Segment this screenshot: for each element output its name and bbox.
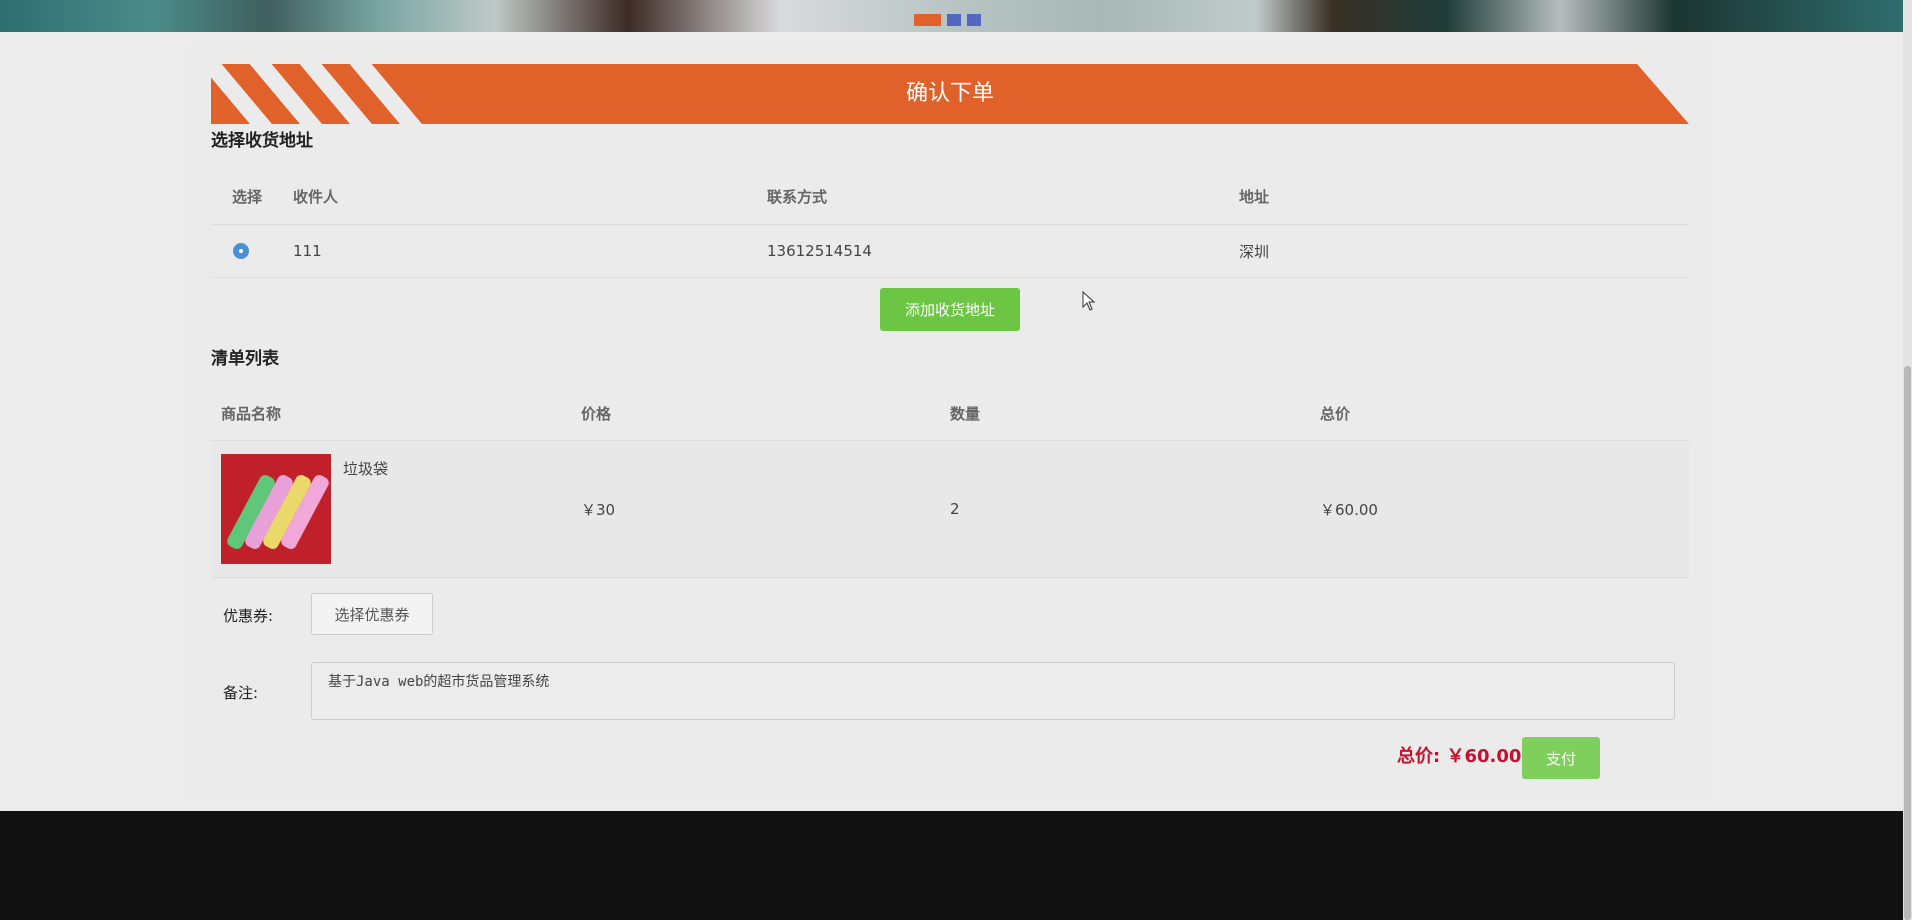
address-table: 选择 收件人 联系方式 地址 111 13612514514 深圳 [211, 168, 1689, 278]
col-select: 选择 [232, 187, 263, 206]
address-phone: 13612514514 [767, 242, 872, 260]
address-recipient: 111 [293, 242, 322, 260]
carousel-banner [0, 0, 1903, 32]
order-item-row: 垃圾袋 ￥30 2 ￥60.00 [211, 441, 1689, 578]
carousel-dot-3[interactable] [967, 14, 981, 26]
address-location: 深圳 [1239, 242, 1270, 261]
remark-textarea[interactable]: 基于Java web的超市货品管理系统 [311, 662, 1675, 720]
add-address-button[interactable]: 添加收货地址 [880, 288, 1020, 331]
address-row[interactable]: 111 13612514514 深圳 [211, 225, 1689, 278]
address-table-header: 选择 收件人 联系方式 地址 [211, 168, 1689, 225]
address-radio[interactable] [233, 243, 249, 259]
page-footer [0, 811, 1903, 920]
col-phone: 联系方式 [767, 187, 828, 206]
col-recipient: 收件人 [293, 187, 339, 206]
col-product-name: 商品名称 [221, 404, 282, 423]
product-name[interactable]: 垃圾袋 [343, 458, 388, 479]
select-coupon-button[interactable]: 选择优惠券 [311, 593, 433, 635]
col-quantity: 数量 [950, 404, 981, 423]
mouse-cursor-icon [1082, 291, 1096, 311]
product-cell: 垃圾袋 [211, 454, 581, 564]
product-quantity: 2 [950, 500, 960, 518]
col-price: 价格 [581, 404, 612, 423]
product-thumbnail-icon[interactable] [221, 454, 331, 564]
order-list-header: 商品名称 价格 数量 总价 [211, 386, 1689, 441]
order-total: 总价: ￥60.00 [1397, 746, 1522, 767]
carousel-indicators [914, 14, 981, 26]
list-section-title: 清单列表 [211, 349, 279, 369]
product-total: ￥60.00 [1320, 500, 1378, 519]
page-title: 确认下单 [905, 81, 994, 106]
coupon-label: 优惠券: [223, 607, 274, 625]
carousel-dot-2[interactable] [947, 14, 961, 26]
page-scrollbar[interactable] [1903, 0, 1912, 920]
carousel-dot-1[interactable] [914, 14, 941, 26]
col-address: 地址 [1239, 187, 1270, 206]
address-radio-cell[interactable] [211, 243, 293, 259]
order-list-table: 商品名称 价格 数量 总价 垃圾袋 ￥30 2 ￥60.00 [211, 386, 1689, 578]
product-price: ￥30 [581, 500, 616, 519]
scrollbar-thumb[interactable] [1904, 366, 1911, 920]
col-total: 总价 [1320, 404, 1351, 423]
address-section-title: 选择收货地址 [211, 131, 313, 151]
remark-label: 备注: [223, 684, 259, 702]
pay-button[interactable]: 支付 [1522, 737, 1600, 779]
